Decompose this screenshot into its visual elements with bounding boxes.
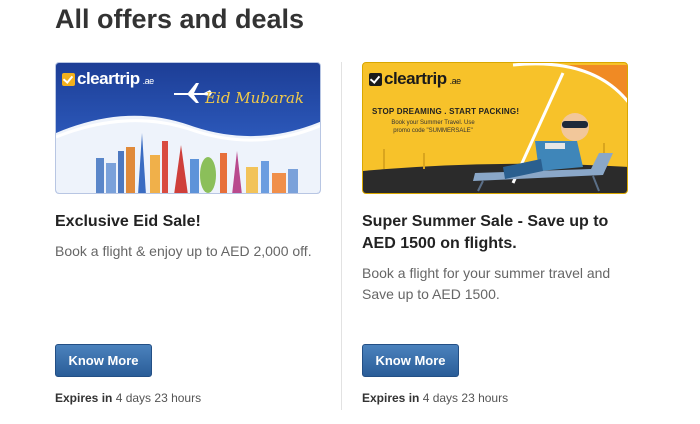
know-more-button-eid[interactable]: Know More xyxy=(55,344,152,377)
summer-promo-subtext: Book your Summer Travel. Use promo code … xyxy=(391,120,475,134)
offer-card-eid: cleartrip .ae Eid Mubarak Exclusive Eid … xyxy=(55,62,321,262)
know-more-button-summer[interactable]: Know More xyxy=(362,344,459,377)
offer-title[interactable]: Super Summer Sale - Save up to AED 1500 … xyxy=(362,211,628,255)
cleartrip-logo: cleartrip .ae xyxy=(62,69,154,89)
logo-tld: .ae xyxy=(449,76,462,86)
cleartrip-check-icon xyxy=(369,72,382,86)
offer-banner-image[interactable]: cleartrip .ae STOP DREAMING . START PACK… xyxy=(362,62,628,194)
expires-value: 4 days 23 hours xyxy=(422,391,509,405)
offer-banner-image[interactable]: cleartrip .ae Eid Mubarak xyxy=(55,62,321,194)
expiry-info-eid: Expires in 4 days 23 hours xyxy=(55,391,201,405)
expires-label: Expires in xyxy=(362,391,420,405)
offer-description: Book a flight & enjoy up to AED 2,000 of… xyxy=(55,243,312,259)
page-title: All offers and deals xyxy=(55,4,305,34)
cleartrip-check-icon xyxy=(62,72,75,86)
eid-mubarak-script: Eid Mubarak xyxy=(205,89,304,107)
offer-title[interactable]: Exclusive Eid Sale! xyxy=(55,211,321,233)
column-divider xyxy=(341,62,342,410)
cleartrip-logo: cleartrip .ae xyxy=(369,69,461,89)
expiry-info-summer: Expires in 4 days 23 hours xyxy=(362,391,508,405)
logo-tld: .ae xyxy=(142,76,155,86)
offer-card-summer: cleartrip .ae STOP DREAMING . START PACK… xyxy=(362,62,628,305)
expires-label: Expires in xyxy=(55,391,113,405)
offer-description: Book a flight for your summer travel and… xyxy=(362,265,611,302)
summer-headline: STOP DREAMING . START PACKING! xyxy=(372,107,520,116)
logo-text: cleartrip xyxy=(384,69,447,88)
expires-value: 4 days 23 hours xyxy=(115,391,202,405)
logo-text: cleartrip xyxy=(77,69,140,88)
